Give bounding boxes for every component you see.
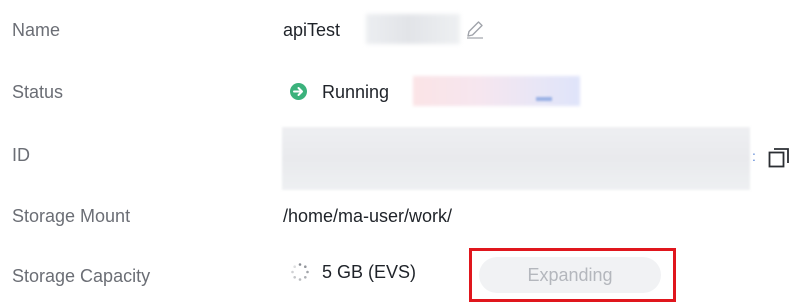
spinner-icon bbox=[290, 262, 310, 282]
edit-icon[interactable] bbox=[464, 18, 486, 40]
storage-mount-row: Storage Mount /home/ma-user/work/ bbox=[0, 200, 793, 230]
status-running-icon bbox=[290, 83, 307, 100]
status-row: Status Running bbox=[0, 76, 793, 106]
copy-icon[interactable] bbox=[767, 145, 791, 169]
redacted-name-suffix bbox=[366, 14, 460, 44]
redacted-status-detail bbox=[413, 76, 580, 106]
name-row: Name apiTest bbox=[0, 14, 793, 44]
id-label: ID bbox=[12, 145, 30, 165]
redacted-id-value bbox=[282, 127, 750, 190]
id-value-edge: : bbox=[752, 148, 756, 164]
storage-capacity-value: 5 GB (EVS) bbox=[322, 262, 417, 282]
name-label: Name bbox=[12, 20, 61, 40]
storage-mount-label: Storage Mount bbox=[12, 206, 131, 226]
name-value: apiTest bbox=[283, 20, 341, 40]
status-label: Status bbox=[12, 82, 64, 102]
storage-mount-value: /home/ma-user/work/ bbox=[283, 206, 453, 226]
storage-capacity-label: Storage Capacity bbox=[12, 266, 151, 286]
expanding-button[interactable]: Expanding bbox=[479, 257, 661, 293]
status-value: Running bbox=[322, 82, 390, 102]
redacted-status-link bbox=[536, 97, 552, 101]
